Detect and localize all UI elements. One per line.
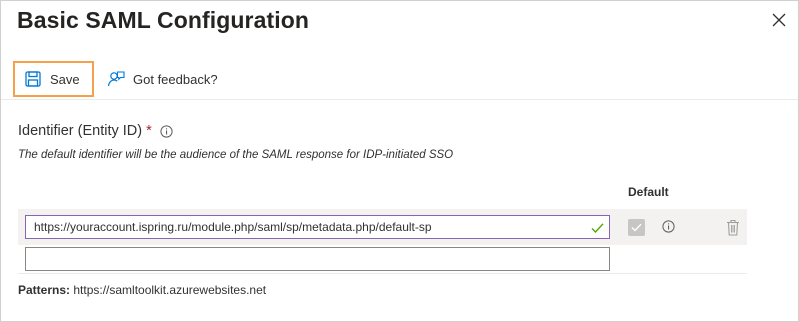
identifier-input[interactable] xyxy=(25,215,610,239)
feedback-icon xyxy=(107,70,125,88)
saml-config-panel: Basic SAML Configuration Save Got feedba… xyxy=(0,0,799,322)
identifier-label-row: Identifier (Entity ID) * xyxy=(18,123,173,139)
page-title: Basic SAML Configuration xyxy=(17,7,310,33)
identifier-label: Identifier (Entity ID) xyxy=(18,123,143,139)
identifier-row xyxy=(18,209,747,245)
info-icon[interactable] xyxy=(160,124,173,138)
feedback-button[interactable]: Got feedback? xyxy=(107,61,218,97)
save-icon xyxy=(24,70,42,88)
required-marker: * xyxy=(146,123,152,139)
feedback-label: Got feedback? xyxy=(133,71,218,87)
save-label: Save xyxy=(50,71,80,87)
close-icon[interactable] xyxy=(772,13,786,27)
identifier-description: The default identifier will be the audie… xyxy=(18,149,454,161)
default-checkbox[interactable] xyxy=(628,219,645,236)
identifier-input-new[interactable] xyxy=(25,247,610,271)
trash-icon[interactable] xyxy=(726,219,740,236)
info-icon[interactable] xyxy=(662,220,675,233)
patterns-value: https://samltoolkit.azurewebsites.net xyxy=(73,283,267,297)
default-column-header: Default xyxy=(628,185,669,199)
identifier-row-new xyxy=(18,245,747,274)
checkmark-icon xyxy=(591,221,604,234)
save-button[interactable]: Save xyxy=(13,61,94,97)
patterns-label: Patterns: xyxy=(18,283,71,297)
patterns-hint: Patterns: https://samltoolkit.azurewebsi… xyxy=(18,283,266,297)
checkmark-icon xyxy=(631,223,642,232)
command-bar: Save Got feedback? xyxy=(1,59,798,100)
